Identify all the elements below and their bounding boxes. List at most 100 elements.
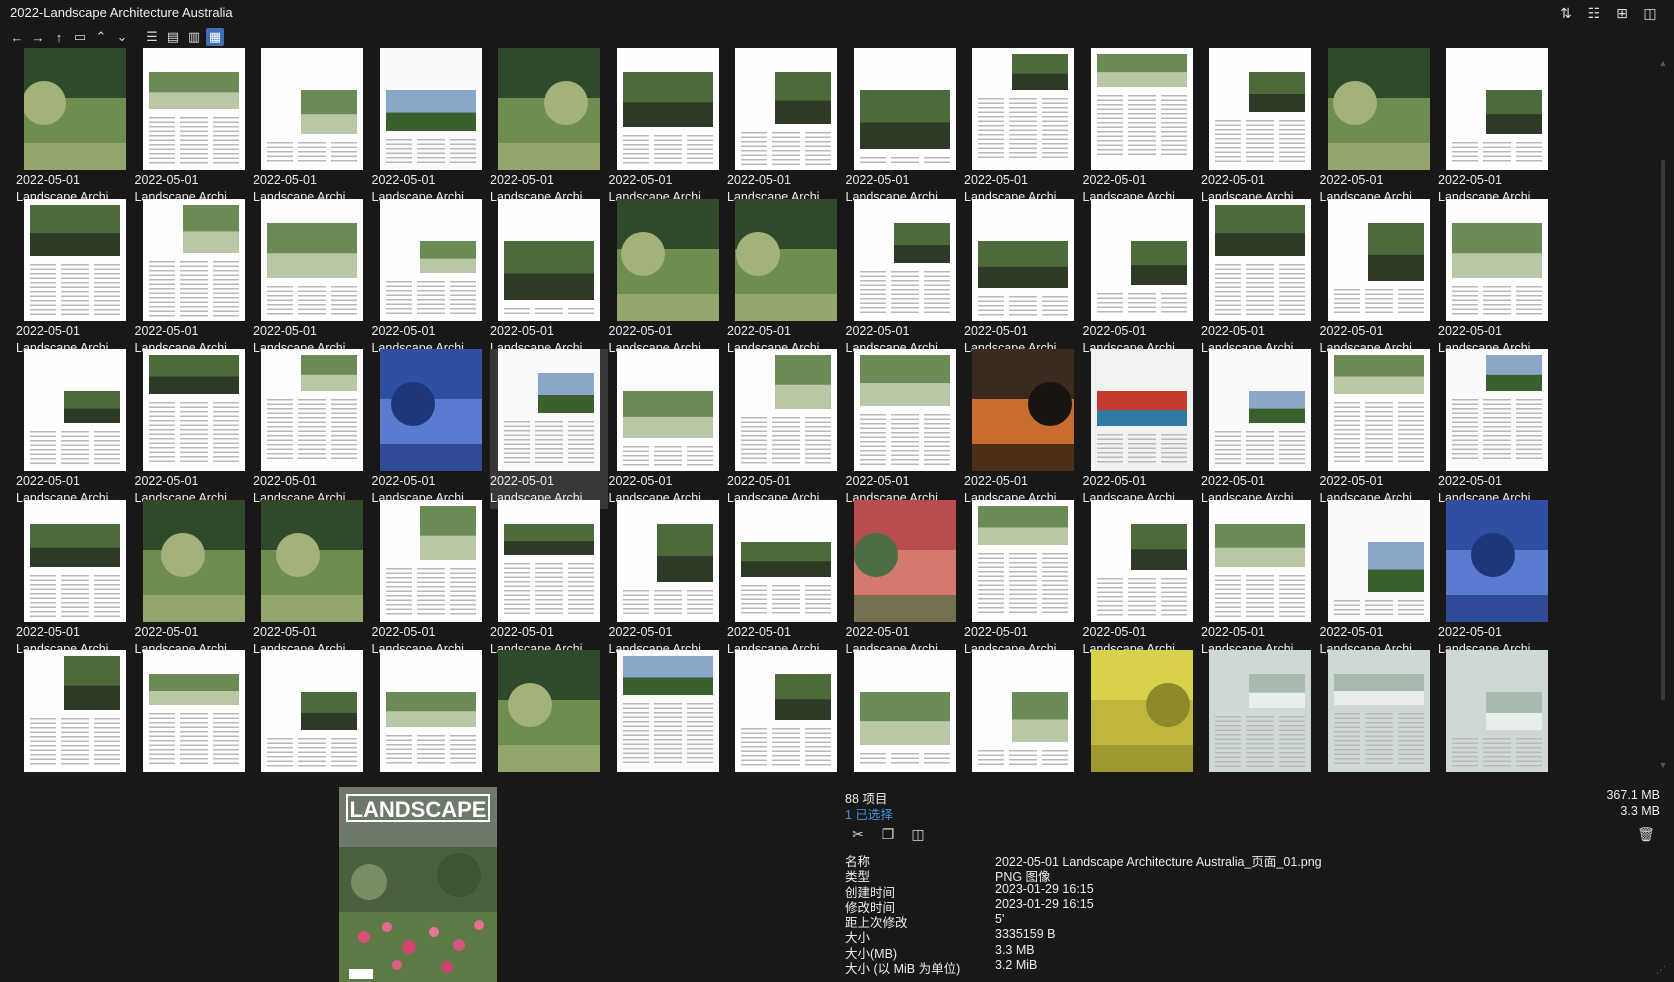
thumbnail-item[interactable]: 2022-05-01 Landscape Archi... [1083,499,1201,660]
thumbnail-item[interactable]: 2022-05-01 Landscape Archi... [727,499,845,660]
thumbnail-item[interactable]: 2022-05-01 Landscape Archi... [964,349,1082,509]
thumbnail-item[interactable]: 2022-05-01 Landscape Archi... [727,198,845,359]
thumbnail-item[interactable]: 2022-05-01 Landscape Archi... [16,349,134,509]
thumbnail-item[interactable]: 2022-05-01 Landscape Archi... [16,499,134,660]
thumbnail-item[interactable]: 2022-05-01 Landscape Archi... [727,349,845,509]
thumbnail-item[interactable] [964,650,1082,783]
thumbnail-item[interactable]: 2022-05-01 Landscape Archi... [372,349,490,509]
thumbnail-item[interactable]: 2022-05-01 Landscape Archi... [1438,48,1556,208]
thumbnail-item[interactable]: 2022-05-01 Landscape Archi... [1201,48,1319,208]
thumbnail-item[interactable] [16,650,134,783]
thumbnail-item[interactable] [372,650,490,783]
thumbnail-item[interactable]: 2022-05-01 Landscape Archi... [1438,499,1556,660]
selected-count[interactable]: 1 已选择 [845,804,893,823]
thumbnail-item[interactable]: 2022-05-01 Landscape Archi... [253,48,371,208]
thumbnail-item[interactable] [609,650,727,783]
thumbnail-item[interactable]: 2022-05-01 Landscape Archi... [727,48,845,208]
thumbnail-item[interactable]: 2022-05-01 Landscape Archi... [1438,198,1556,359]
sort-icon[interactable]: ⇅ [1556,4,1576,22]
new-pane-icon[interactable]: ⊞ [1612,4,1632,22]
thumbnail-item[interactable]: 2022-05-01 Landscape Archi... [135,48,253,208]
scroll-up-icon[interactable]: ▲ [1658,58,1668,68]
thumbnail-item[interactable]: 2022-05-01 Landscape Archi... [372,499,490,660]
page-thumbnail [616,499,719,622]
delete-icon[interactable]: 🗑 [1636,825,1656,843]
thumbnail-item[interactable]: 2022-05-01 Landscape Archi... [135,499,253,660]
thumbnail-item[interactable] [1320,650,1438,783]
page-thumbnail [1446,48,1548,170]
resize-grip-icon[interactable]: ⋰ [1656,965,1666,976]
thumbnail-item[interactable]: 2022-05-01 Landscape Archi... [846,349,964,509]
page-thumbnail-art [1090,48,1193,170]
thumbnail-item[interactable]: 2022-05-01 Landscape Archi... [1201,349,1319,509]
thumbnail-item[interactable]: 2022-05-01 Landscape Archi... [1320,48,1438,208]
thumbnail-item[interactable] [253,650,371,783]
thumbnail-item[interactable]: 2022-05-01 Landscape Archi... [372,198,490,359]
thumbnail-item[interactable]: 2022-05-01 Landscape Archi... [253,349,371,509]
thumbnail-item[interactable] [727,650,845,783]
thumbnail-view-icon[interactable]: ▦ [206,28,224,46]
up-arrow-icon[interactable]: ↑ [50,28,68,46]
thumbnail-grid[interactable]: 2022-05-01 Landscape Archi... 2022-05-01 La… [0,48,1654,783]
thumbnail-item[interactable]: 2022-05-01 Landscape Archi... [609,349,727,509]
thumbnail-item[interactable]: 2022-05-01 Landscape Archi... [846,48,964,208]
thumbnail-item[interactable]: 2022-05-01 Landscape Archi... [846,198,964,359]
page-thumbnail [1090,650,1193,772]
page-thumbnail [853,198,956,321]
thumbnail-item[interactable]: 2022-05-01 Landscape Archi... [16,198,134,359]
thumbnail-date: 2022-05-01 [253,323,317,338]
thumbnail-item[interactable]: 2022-05-01 Landscape Archi... [253,198,371,359]
thumbnail-item[interactable] [1438,650,1556,783]
thumbnail-item[interactable] [490,650,608,783]
thumbnail-item[interactable]: 2022-05-01 Landscape Archi... [490,499,608,660]
details-view-icon[interactable]: ▤ [164,28,182,46]
page-thumbnail [972,499,1074,622]
thumbnail-item[interactable]: 2022-05-01 Landscape Archi... [609,48,727,208]
thumbnail-item[interactable]: 2022-05-01 Landscape Archi... [1320,499,1438,660]
thumbnail-item[interactable]: 2022-05-01 Landscape Archi... [490,349,608,509]
preview-image[interactable]: LANDSCAPE [339,787,497,982]
thumbnail-item[interactable]: 2022-05-01 Landscape Archi... [1201,499,1319,660]
thumbnail-item[interactable]: 2022-05-01 Landscape Archi... [16,48,134,208]
thumbnail-item[interactable]: 2022-05-01 Landscape Archi... [964,48,1082,208]
thumbnail-item[interactable]: 2022-05-01 Landscape Archi... [135,349,253,509]
thumbnail-date: 2022-05-01 [964,474,1028,488]
thumbnail-item[interactable]: 2022-05-01 Landscape Archi... [490,198,608,359]
thumbnail-item[interactable]: 2022-05-01 Landscape Archi... [1083,198,1201,359]
thumbnail-item[interactable]: 2022-05-01 Landscape Archi... [1083,349,1201,509]
thumbnail-item[interactable] [135,650,253,783]
list-view-icon[interactable]: ☰ [143,28,161,46]
thumbnail-item[interactable]: 2022-05-01 Landscape Archi... [490,48,608,208]
thumbnail-item[interactable] [1083,650,1201,783]
thumbnail-item[interactable]: 2022-05-01 Landscape Archi... [846,499,964,660]
chevron-down-icon[interactable]: ⌄ [113,28,131,46]
thumbnail-item[interactable] [1201,650,1319,783]
forward-arrow-icon[interactable]: → [29,28,47,46]
scroll-down-icon[interactable]: ▼ [1658,760,1668,770]
tree-view-icon[interactable]: ☷ [1584,4,1604,22]
thumbnail-item[interactable]: 2022-05-01 Landscape Archi... [609,499,727,660]
thumbnail-item[interactable]: 2022-05-01 Landscape Archi... [372,48,490,208]
thumbnail-item[interactable]: 2022-05-01 Landscape Archi... [609,198,727,359]
chevron-up-icon[interactable]: ⌃ [92,28,110,46]
thumbnail-item[interactable]: 2022-05-01 Landscape Archi... [1201,198,1319,359]
compare-icon[interactable]: ◫ [908,825,928,843]
dual-pane-icon[interactable]: ◫ [1640,4,1660,22]
folder-icon[interactable]: ▭ [71,28,89,46]
thumbnail-item[interactable]: 2022-05-01 Landscape Archi... [253,499,371,660]
back-arrow-icon[interactable]: ← [8,28,26,46]
cut-icon[interactable]: ✂ [848,825,868,843]
thumbnail-item[interactable] [846,650,964,783]
thumbnail-item[interactable]: 2022-05-01 Landscape Archi... [1320,198,1438,359]
thumbnail-item[interactable]: 2022-05-01 Landscape Archi... [1083,48,1201,208]
thumbnail-item[interactable]: 2022-05-01 Landscape Archi... [964,198,1082,359]
copy-icon[interactable]: ❐ [878,825,898,843]
page-thumbnail-art [616,650,719,772]
thumbnail-item[interactable]: 2022-05-01 Landscape Archi... [135,198,253,359]
compact-view-icon[interactable]: ▥ [185,28,203,46]
thumbnail-item[interactable]: 2022-05-01 Landscape Archi... [1320,349,1438,509]
vertical-scrollbar[interactable]: ▲ ▼ [1656,48,1670,783]
scrollbar-thumb[interactable] [1661,160,1665,700]
thumbnail-item[interactable]: 2022-05-01 Landscape Archi... [964,499,1082,660]
thumbnail-item[interactable]: 2022-05-01 Landscape Archi... [1438,349,1556,509]
